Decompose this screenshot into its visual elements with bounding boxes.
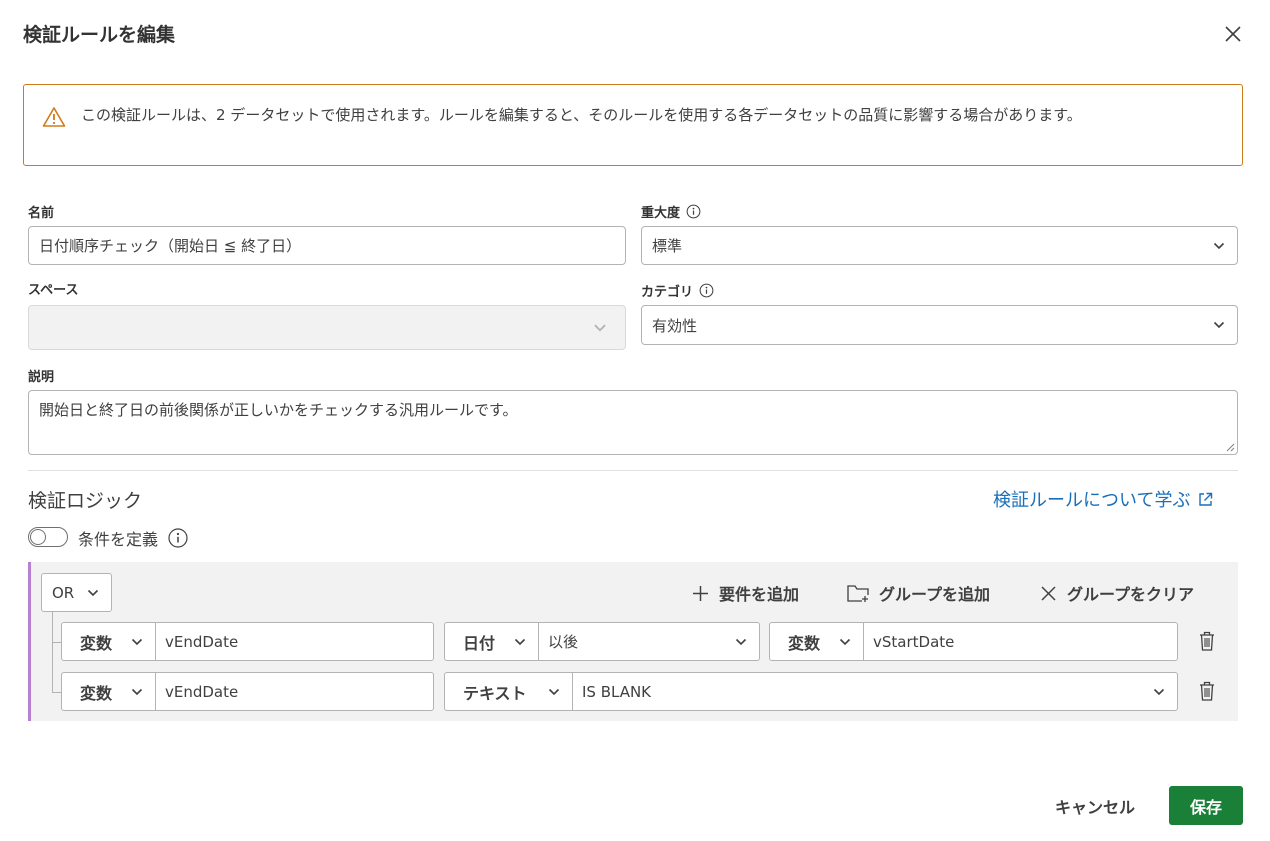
learn-about-rules-link[interactable]: 検証ルールについて学ぶ — [993, 486, 1213, 512]
name-input-value: 日付順序チェック（開始日 ≦ 終了日） — [39, 237, 302, 255]
chevron-down-icon — [594, 324, 606, 332]
row1-data-type-select[interactable]: 日付 — [444, 622, 539, 661]
folder-add-icon — [847, 584, 869, 602]
validation-logic-title: 検証ロジック — [28, 490, 143, 512]
name-input[interactable]: 日付順序チェック（開始日 ≦ 終了日） — [28, 226, 626, 265]
category-label: カテゴリ — [641, 281, 714, 300]
description-label-text: 説明 — [28, 370, 55, 385]
chevron-down-icon — [1153, 688, 1165, 695]
toggle-label-text: 条件を定義 — [78, 530, 159, 549]
add-group-button[interactable]: グループを追加 — [847, 581, 990, 605]
chevron-down-icon — [131, 638, 143, 645]
warning-icon — [42, 107, 66, 127]
close-button[interactable] — [1219, 20, 1247, 48]
chevron-down-icon — [1213, 321, 1225, 329]
category-label-text: カテゴリ — [641, 285, 694, 300]
row2-left-value: vEndDate — [165, 682, 239, 701]
category-select-value: 有効性 — [652, 316, 698, 335]
row1-left-type-value: 変数 — [80, 633, 113, 653]
save-button[interactable]: 保存 — [1169, 786, 1243, 825]
row2-data-type-select[interactable]: テキスト — [444, 672, 573, 711]
row2-left-type-select[interactable]: 変数 — [61, 672, 156, 711]
define-condition-label: 条件を定義 — [78, 526, 188, 550]
external-link-icon — [1199, 492, 1213, 506]
severity-label: 重大度 — [641, 202, 701, 221]
section-divider — [28, 470, 1238, 471]
name-label-text: 名前 — [28, 206, 55, 221]
close-icon — [1225, 26, 1241, 42]
chevron-down-icon — [514, 638, 526, 645]
chevron-down-icon — [1213, 242, 1225, 249]
chevron-down-icon — [735, 638, 747, 645]
row1-data-type-value: 日付 — [463, 633, 496, 653]
resize-handle-icon[interactable] — [1226, 443, 1235, 452]
warning-message: この検証ルールは、2 データセットで使用されます。ルールを編集すると、そのルール… — [81, 106, 1082, 124]
usage-warning-banner: この検証ルールは、2 データセットで使用されます。ルールを編集すると、そのルール… — [23, 84, 1243, 166]
row1-comparator-select[interactable]: 以後 — [539, 622, 760, 661]
learn-link-text: 検証ルールについて学ぶ — [993, 490, 1191, 511]
row2-data-type-value: テキスト — [463, 683, 527, 703]
description-value: 開始日と終了日の前後関係が正しいかをチェックする汎用ルールです。 — [39, 401, 518, 419]
toggle-knob — [30, 529, 46, 545]
space-label-text: スペース — [28, 283, 79, 298]
description-label: 説明 — [28, 366, 54, 385]
condition-info-icon[interactable] — [168, 528, 188, 548]
category-select[interactable]: 有効性 — [641, 305, 1238, 345]
define-condition-toggle[interactable] — [28, 527, 68, 547]
row1-right-type-select[interactable]: 変数 — [769, 622, 864, 661]
row1-left-value-input[interactable]: vEndDate — [156, 622, 434, 661]
row2-comparator-value: IS BLANK — [582, 682, 652, 701]
group-operator-value: OR — [52, 583, 75, 602]
chevron-down-icon — [548, 688, 560, 695]
space-select — [28, 305, 626, 350]
row2-delete-icon[interactable] — [1199, 681, 1215, 701]
space-label: スペース — [28, 279, 78, 298]
logic-group-panel: OR 要件を追加 グループを追加 グループをクリア 変数 vEndDate 日付… — [28, 562, 1238, 721]
tree-connector — [52, 612, 53, 692]
row1-left-type-select[interactable]: 変数 — [61, 622, 156, 661]
row2-left-type-value: 変数 — [80, 683, 113, 703]
severity-label-text: 重大度 — [641, 206, 681, 221]
name-label: 名前 — [28, 202, 54, 221]
add-group-label: グループを追加 — [879, 585, 991, 604]
add-requirement-button[interactable]: 要件を追加 — [692, 581, 799, 605]
plus-icon — [693, 585, 708, 601]
clear-group-button[interactable]: グループをクリア — [1040, 581, 1194, 605]
add-requirement-label: 要件を追加 — [719, 585, 800, 604]
dialog-title: 検証ルールを編集 — [23, 24, 176, 46]
description-textarea[interactable]: 開始日と終了日の前後関係が正しいかをチェックする汎用ルールです。 — [28, 390, 1238, 455]
severity-info-icon[interactable] — [686, 204, 701, 219]
row1-right-type-value: 変数 — [788, 633, 821, 653]
row1-delete-icon[interactable] — [1199, 631, 1215, 651]
row1-comparator-value: 以後 — [548, 633, 579, 651]
chevron-down-icon — [839, 638, 851, 645]
row2-comparator-select[interactable]: IS BLANK — [573, 672, 1178, 711]
row1-left-value: vEndDate — [165, 632, 239, 651]
row2-left-value-input[interactable]: vEndDate — [156, 672, 434, 711]
chevron-down-icon — [87, 589, 99, 596]
row1-right-value-input[interactable]: vStartDate — [864, 622, 1178, 661]
chevron-down-icon — [131, 688, 143, 695]
category-info-icon[interactable] — [699, 283, 714, 298]
clear-group-label: グループをクリア — [1067, 585, 1195, 604]
severity-select-value: 標準 — [652, 237, 683, 255]
row1-right-value: vStartDate — [873, 632, 955, 651]
close-icon — [1041, 585, 1056, 601]
cancel-button[interactable]: キャンセル — [1040, 786, 1150, 825]
severity-select[interactable]: 標準 — [641, 226, 1238, 265]
group-operator-select[interactable]: OR — [41, 573, 112, 612]
